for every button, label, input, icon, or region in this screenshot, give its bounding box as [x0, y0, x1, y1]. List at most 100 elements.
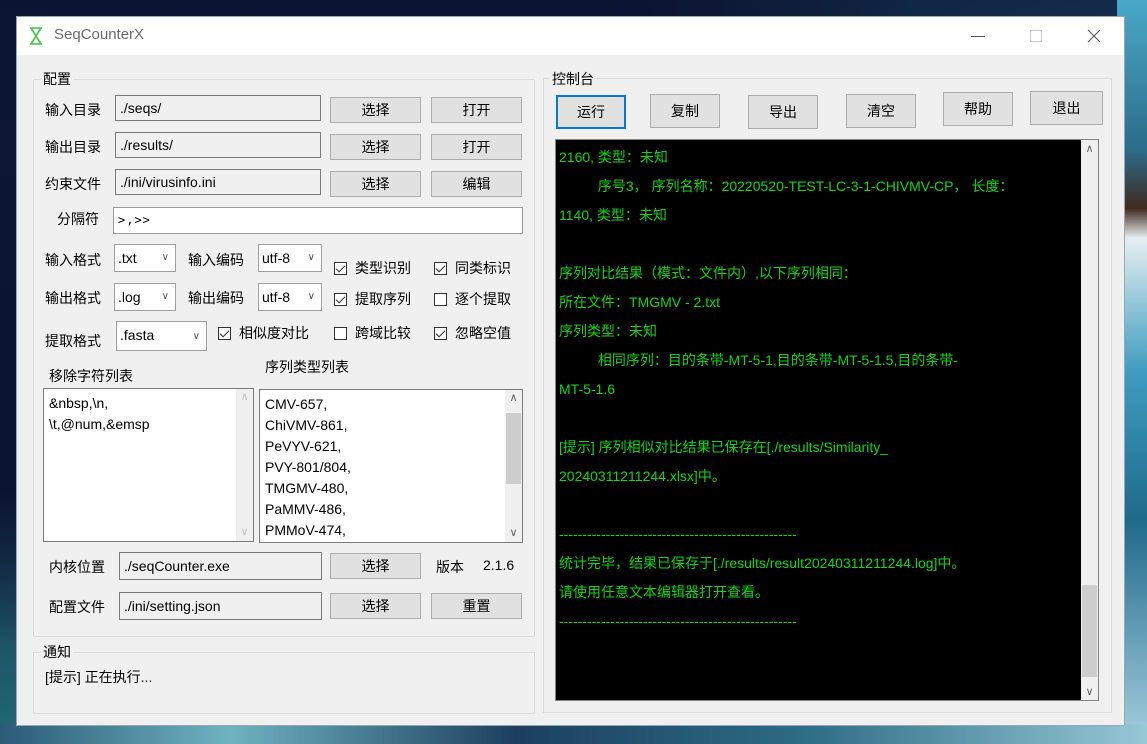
type-recognition-checkbox[interactable]: 类型识别	[334, 258, 411, 278]
input-dir-field[interactable]: ./seqs/	[115, 95, 321, 121]
config-file-field[interactable]: ./ini/setting.json	[119, 592, 322, 620]
console-lines: 2160, 类型：未知 序号3， 序列名称：20220520-TEST-LC-3…	[559, 143, 1079, 636]
text-line: PMMoV-474,	[265, 522, 346, 538]
chevron-up-icon[interactable]: ∧	[505, 390, 522, 407]
constraint-file-field[interactable]: ./ini/virusinfo.ini	[115, 169, 321, 195]
kernel-label: 内核位置	[49, 559, 105, 575]
scrollbar[interactable]: ∧ ∨	[236, 389, 253, 541]
console-line: ----------------------------------------…	[559, 526, 797, 542]
console-line: 序号3， 序列名称：20220520-TEST-LC-3-1-CHIVMV-CP…	[559, 178, 1014, 194]
console-scrollbar[interactable]: ∧ ∨	[1081, 140, 1098, 700]
config-reset-button[interactable]: 重置	[431, 593, 522, 619]
remove-chars-label: 移除字符列表	[49, 368, 133, 384]
cross-domain-compare-checkbox[interactable]: 跨域比较	[334, 323, 411, 343]
chevron-down-icon[interactable]: ∨	[236, 524, 253, 541]
remove-chars-textarea[interactable]: &nbsp,\n, \t,@num,&emsp ∧ ∨	[43, 388, 254, 542]
input-dir-open-button[interactable]: 打开	[431, 97, 522, 123]
scrollbar-thumb[interactable]	[1082, 585, 1097, 677]
checkbox-label: 类型识别	[355, 260, 411, 276]
close-icon	[1087, 29, 1101, 43]
console-line: 请使用任意文本编辑器打开查看。	[559, 584, 769, 600]
console-line: 序列类型：未知	[559, 323, 657, 339]
config-file-label: 配置文件	[49, 599, 105, 615]
desktop-wallpaper-bottom	[0, 724, 1147, 744]
checkbox-label: 同类标识	[455, 260, 511, 276]
text-line: PeVYV-621,	[265, 438, 342, 454]
output-encoding-select[interactable]: utf-8 ∨	[258, 283, 322, 311]
chevron-down-icon: ∨	[161, 252, 169, 263]
output-dir-select-button[interactable]: 选择	[330, 134, 421, 160]
notice-group-label: 通知	[41, 642, 73, 662]
similarity-compare-checkbox[interactable]: 相似度对比	[218, 323, 309, 343]
console-line: 2160, 类型：未知	[559, 149, 668, 165]
minimize-icon	[971, 35, 985, 37]
constraint-file-select-button[interactable]: 选择	[330, 171, 421, 197]
same-type-mark-checkbox[interactable]: 同类标识	[434, 258, 511, 278]
minimize-button[interactable]	[955, 17, 1001, 55]
separator-input[interactable]: >,>>	[113, 207, 523, 234]
input-encoding-label: 输入编码	[188, 252, 244, 268]
extract-sequence-checkbox[interactable]: 提取序列	[334, 289, 411, 309]
chevron-down-icon[interactable]: ∨	[1081, 683, 1098, 700]
text-line: CMV-657,	[265, 396, 328, 412]
checkbox-box	[334, 261, 347, 275]
help-button[interactable]: 帮助	[943, 92, 1013, 126]
chevron-up-icon[interactable]: ∧	[236, 389, 253, 406]
input-format-value: .txt	[118, 250, 137, 266]
kernel-path-field[interactable]: ./seqCounter.exe	[119, 552, 322, 580]
chevron-down-icon: ∨	[307, 252, 315, 263]
constraint-file-label: 约束文件	[45, 176, 101, 192]
export-button[interactable]: 导出	[748, 95, 818, 129]
text-line: &nbsp,\n,	[49, 395, 109, 411]
ignore-empty-checkbox[interactable]: 忽略空值	[434, 323, 511, 343]
checkbox-label: 提取序列	[355, 291, 411, 307]
clear-button[interactable]: 清空	[846, 94, 916, 128]
copy-button[interactable]: 复制	[650, 94, 720, 128]
close-button[interactable]	[1071, 17, 1117, 55]
console-line: 序列对比结果（模式：文件内）,以下序列相同：	[559, 265, 857, 281]
scrollbar-thumb[interactable]	[506, 413, 521, 484]
input-encoding-select[interactable]: utf-8 ∨	[258, 244, 322, 272]
text-line: PaMMV-486,	[265, 501, 346, 517]
maximize-button[interactable]	[1013, 17, 1059, 55]
text-line: TMGMV-480,	[265, 480, 349, 496]
extract-format-select[interactable]: .fasta ∨	[116, 321, 207, 351]
config-file-select-button[interactable]: 选择	[330, 593, 421, 619]
input-format-select[interactable]: .txt ∨	[114, 244, 176, 272]
output-dir-open-button[interactable]: 打开	[431, 134, 522, 160]
seq-types-textarea[interactable]: CMV-657, ChiVMV-861, PeVYV-621, PVY-801/…	[259, 389, 523, 543]
output-dir-field[interactable]: ./results/	[115, 132, 321, 158]
run-button[interactable]: 运行	[556, 95, 626, 129]
scrollbar[interactable]: ∧ ∨	[505, 390, 522, 542]
config-group-label: 配置	[41, 69, 73, 89]
chevron-up-icon[interactable]: ∧	[1081, 140, 1098, 157]
chevron-down-icon: ∨	[192, 331, 200, 342]
chevron-down-icon[interactable]: ∨	[505, 525, 522, 542]
seq-types-label: 序列类型列表	[265, 359, 349, 375]
checkbox-box	[434, 326, 447, 340]
kernel-select-button[interactable]: 选择	[330, 553, 421, 579]
console-output[interactable]: 2160, 类型：未知 序号3， 序列名称：20220520-TEST-LC-3…	[555, 139, 1099, 701]
text-line: ChiVMV-861,	[265, 417, 348, 433]
output-encoding-value: utf-8	[262, 289, 291, 305]
title-bar[interactable]: SeqCounterX	[17, 17, 1124, 55]
checkbox-box	[218, 326, 231, 340]
constraint-file-edit-button[interactable]: 编辑	[431, 171, 522, 197]
console-line: MT-5-1.6	[559, 381, 616, 397]
exit-button[interactable]: 退出	[1030, 91, 1103, 125]
input-dir-select-button[interactable]: 选择	[330, 97, 421, 123]
input-dir-label: 输入目录	[45, 102, 101, 118]
console-line: 所在文件：TMGMV - 2.txt	[559, 294, 720, 310]
console-line: 相同序列：目的条带-MT-5-1,目的条带-MT-5-1.5,目的条带-	[559, 352, 959, 368]
text-line: PVY-801/804,	[265, 459, 351, 475]
text-line: \t,@num,&emsp	[49, 416, 150, 432]
checkbox-label: 相似度对比	[239, 325, 309, 341]
output-format-select[interactable]: .log ∨	[114, 283, 176, 311]
extract-individually-checkbox[interactable]: 逐个提取	[434, 289, 511, 309]
input-format-label: 输入格式	[45, 252, 101, 268]
maximize-icon	[1030, 30, 1042, 42]
output-format-label: 输出格式	[45, 290, 101, 306]
separator-label: 分隔符	[57, 211, 99, 227]
